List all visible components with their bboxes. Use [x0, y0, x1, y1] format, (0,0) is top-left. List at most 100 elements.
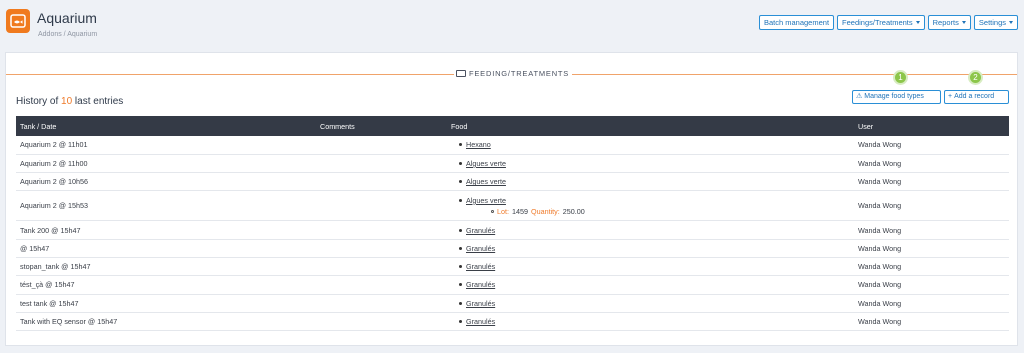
- food-link[interactable]: Hexano: [466, 140, 491, 149]
- add-record-button[interactable]: + Add a record: [944, 90, 1009, 104]
- cell-comments: [316, 172, 447, 192]
- reports-dropdown[interactable]: Reports: [927, 15, 971, 30]
- cell-user: Wanda Wong: [854, 294, 1009, 313]
- cell-user: Wanda Wong: [854, 154, 1009, 174]
- batch-management-label: Batch management: [763, 18, 830, 27]
- table-row: Tank 200 @ 15h47 Granulés Wanda Wong: [16, 220, 1009, 240]
- food-link[interactable]: Algues verte: [466, 196, 506, 205]
- manage-food-types-button[interactable]: ⚠ Manage food types: [852, 90, 941, 104]
- cell-comments: [316, 190, 447, 222]
- cell-tank: Aquarium 2 @ 11h01: [16, 136, 316, 155]
- food-link[interactable]: Granulés: [466, 262, 495, 271]
- cell-tank: Aquarium 2 @ 15h53: [16, 190, 316, 222]
- feedings-treatments-label: Feedings/Treatments: [842, 18, 913, 27]
- app-logo: [6, 9, 30, 33]
- cell-user: Wanda Wong: [854, 136, 1009, 155]
- batch-management-button[interactable]: Batch management: [758, 15, 835, 30]
- add-record-label: Add a record: [954, 93, 995, 100]
- cell-tank: stopan_tank @ 15h47: [16, 257, 316, 277]
- table-row: Tank with EQ sensor @ 15h47 Granulés Wan…: [16, 312, 1009, 332]
- food-link[interactable]: Algues verte: [466, 177, 506, 186]
- settings-label: Settings: [978, 18, 1006, 27]
- divider: [572, 74, 1017, 75]
- food-link[interactable]: Granulés: [466, 244, 495, 253]
- cell-food: Granulés: [447, 257, 854, 277]
- cell-comments: [316, 257, 447, 277]
- cell-tank: tést_çà @ 15h47: [16, 275, 316, 295]
- food-link[interactable]: Algues verte: [466, 159, 506, 168]
- plus-icon: +: [948, 93, 953, 100]
- bullet-icon: [459, 161, 462, 165]
- feedings-treatments-dropdown[interactable]: Feedings/Treatments: [837, 15, 925, 30]
- cell-food: Granulés: [447, 220, 854, 240]
- history-count: 10: [61, 96, 73, 107]
- column-header-comments[interactable]: Comments: [316, 116, 447, 136]
- divider: [6, 74, 454, 75]
- cell-food: Granulés: [447, 294, 854, 313]
- cell-comments: [316, 136, 447, 155]
- bullet-icon: [459, 283, 462, 287]
- cell-user: Wanda Wong: [854, 257, 1009, 277]
- cell-comments: [316, 220, 447, 240]
- bullet-icon: [459, 301, 462, 305]
- top-actions: Batch management Feedings/Treatments Rep…: [758, 15, 1018, 30]
- cell-tank: test tank @ 15h47: [16, 294, 316, 313]
- table-header-row: Tank / Date Comments Food User: [16, 116, 1009, 136]
- bullet-icon: [459, 246, 462, 250]
- table-row: Aquarium 2 @ 10h56 Algues verte Wanda Wo…: [16, 172, 1009, 192]
- lot-label: Lot:: [497, 206, 509, 216]
- column-header-food[interactable]: Food: [447, 116, 854, 136]
- column-header-tank-date[interactable]: Tank / Date: [16, 116, 316, 136]
- history-table: Tank / Date Comments Food User Aquarium …: [16, 116, 1009, 332]
- cell-user: Wanda Wong: [854, 312, 1009, 332]
- settings-dropdown[interactable]: Settings: [973, 15, 1018, 30]
- breadcrumb[interactable]: Addons / Aquarium: [38, 31, 97, 38]
- feeding-panel: FEEDING/TREATMENTS History of 10 last en…: [5, 52, 1018, 346]
- cell-user: Wanda Wong: [854, 220, 1009, 240]
- cell-comments: [316, 154, 447, 174]
- step-badge-1: 1: [893, 70, 908, 85]
- bullet-icon: [459, 228, 462, 232]
- food-link[interactable]: Granulés: [466, 226, 495, 235]
- food-link[interactable]: Granulés: [466, 317, 495, 326]
- manage-food-types-label: Manage food types: [864, 93, 924, 100]
- bullet-icon: [459, 198, 462, 202]
- history-suffix: last entries: [74, 96, 124, 107]
- table-row: Aquarium 2 @ 15h53 Algues verte Lot: 145…: [16, 190, 1009, 222]
- table-row: @ 15h47 Granulés Wanda Wong: [16, 239, 1009, 258]
- lot-value: 1459: [512, 206, 528, 216]
- cell-comments: [316, 239, 447, 258]
- bullet-icon: [459, 180, 462, 184]
- cell-food: Algues verte: [447, 172, 854, 192]
- chevron-down-icon: [961, 21, 966, 24]
- table-row: Aquarium 2 @ 11h01 Hexano Wanda Wong: [16, 136, 1009, 155]
- chevron-down-icon: [1009, 21, 1013, 24]
- page-title: Aquarium: [37, 10, 97, 26]
- bullet-icon: [459, 265, 462, 269]
- panel-title: FEEDING/TREATMENTS: [456, 69, 570, 78]
- quantity-label: Quantity:: [531, 206, 560, 216]
- warning-triangle-icon: ⚠: [856, 93, 863, 100]
- food-link[interactable]: Granulés: [466, 280, 495, 289]
- cell-tank: Aquarium 2 @ 11h00: [16, 154, 316, 174]
- cell-food: Algues verte Lot: 1459 Quantity: 250.00: [447, 190, 854, 222]
- column-header-user[interactable]: User: [854, 116, 1009, 136]
- step-badge-2: 2: [968, 70, 983, 85]
- cell-food: Granulés: [447, 312, 854, 332]
- cell-food: Hexano: [447, 136, 854, 155]
- history-prefix: History of: [16, 96, 59, 107]
- food-link[interactable]: Granulés: [466, 299, 495, 308]
- bullet-icon: [459, 320, 462, 324]
- cell-comments: [316, 275, 447, 295]
- cell-comments: [316, 312, 447, 332]
- cell-tank: Aquarium 2 @ 10h56: [16, 172, 316, 192]
- table-row: Aquarium 2 @ 11h00 Algues verte Wanda Wo…: [16, 154, 1009, 174]
- cell-user: Wanda Wong: [854, 190, 1009, 222]
- panel-header: FEEDING/TREATMENTS: [6, 69, 1017, 79]
- cell-tank: @ 15h47: [16, 239, 316, 258]
- feeding-icon: [456, 70, 466, 77]
- food-details: Lot: 1459 Quantity: 250.00: [451, 207, 850, 216]
- table-row: stopan_tank @ 15h47 Granulés Wanda Wong: [16, 257, 1009, 277]
- panel-title-text: FEEDING/TREATMENTS: [469, 69, 570, 78]
- cell-food: Granulés: [447, 239, 854, 258]
